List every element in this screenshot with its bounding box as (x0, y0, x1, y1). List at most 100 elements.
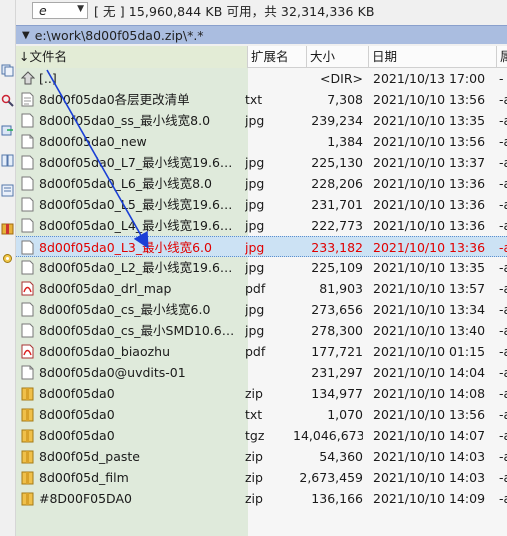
file-size: 225,109 (311, 260, 363, 275)
file-name: 8d00f05da0_drl_map (39, 281, 172, 296)
file-row[interactable]: 8d00f05da0_cs_最小线宽6.0 jpg 273,656 2021/10/1… (16, 299, 507, 320)
file-date: 2021/10/10 13:56 (373, 134, 486, 149)
file-name: 8d00f05da0 (39, 407, 115, 422)
file-attr: -a (499, 240, 507, 255)
left-toolbar-strip (0, 0, 16, 536)
file-date: 2021/10/10 01:15 (373, 344, 486, 359)
chevron-down-icon[interactable]: ▼ (77, 4, 84, 14)
file-row[interactable]: 8d00f05da0_L2_最小线宽19.6… jpg 225,109 2021/10… (16, 257, 507, 278)
settings-icon[interactable] (1, 252, 14, 265)
file-row[interactable]: 8d00f05da0_cs_最小SMD10.6… jpg 278,300 2021/1… (16, 320, 507, 341)
file-date: 2021/10/10 13:56 (373, 407, 486, 422)
file-row[interactable]: 8d00f05da0_L6_最小线宽8.0 jpg 228,206 2021/10/1… (16, 173, 507, 194)
file-date: 2021/10/10 13:40 (373, 323, 486, 338)
file-row[interactable]: 8d00f05d_paste zip 54,360 2021/10/10 14:03-… (16, 446, 507, 467)
column-header-date[interactable]: 日期 (369, 46, 497, 68)
search-icon[interactable] (1, 94, 14, 107)
file-size: <DIR> (320, 71, 363, 86)
file-name: 8d00f05da0_L7_最小线宽19.6… (39, 155, 233, 170)
column-header-ext[interactable]: 扩展名 (248, 46, 307, 68)
history-dropdown-icon[interactable]: ▼ (22, 30, 30, 41)
file-size: 222,773 (311, 218, 363, 233)
image-file-icon (21, 302, 35, 317)
pdf-file-icon (21, 344, 35, 359)
compare-icon[interactable] (1, 154, 14, 167)
file-row[interactable]: 8d00f05da0_L7_最小线宽19.6… jpg 225,130 2021/10… (16, 152, 507, 173)
image-file-icon (21, 197, 35, 212)
file-date: 2021/10/10 13:34 (373, 302, 486, 317)
view-icon[interactable] (1, 184, 14, 197)
file-size: 231,297 (311, 365, 363, 380)
file-name: 8d00f05da0_L5_最小线宽19.6… (39, 197, 233, 212)
copy-icon[interactable] (1, 64, 14, 77)
file-size: 136,166 (311, 491, 363, 506)
up-dir-icon (21, 71, 35, 86)
file-row[interactable]: 8d00f05da0 tgz 14,046,673 2021/10/10 14:07-… (16, 425, 507, 446)
file-attr: -a (499, 470, 507, 485)
move-icon[interactable] (1, 124, 14, 137)
file-attr: -a (499, 176, 507, 191)
archive-file-icon (21, 470, 35, 485)
file-row[interactable]: #8D00F05DA0zip136,1662021/10/10 14:09-a (16, 488, 507, 509)
file-name: 8d00f05da0_L6_最小线宽8.0 (39, 176, 212, 191)
file-row[interactable]: [..] <DIR> 2021/10/13 17:00- (16, 68, 507, 89)
archive-icon[interactable] (1, 222, 14, 235)
generic-file-icon (21, 134, 35, 149)
file-row[interactable]: 8d00f05da0_ss_最小线宽8.0 jpg 239,234 2021/10/1… (16, 110, 507, 131)
file-attr: -a (499, 365, 507, 380)
file-row[interactable]: 8d00f05d_film zip 2,673,459 2021/10/10 14:0… (16, 467, 507, 488)
drive-selector[interactable]: e ▼ (32, 1, 88, 19)
current-path: e:\work\8d00f05da0.zip\*.* (34, 27, 204, 43)
file-size: 177,721 (311, 344, 363, 359)
file-date: 2021/10/13 17:00 (373, 71, 486, 86)
file-attr: - (499, 71, 504, 86)
file-name: 8d00f05da0_cs_最小线宽6.0 (39, 302, 211, 317)
image-file-icon (21, 240, 35, 255)
file-size: 7,308 (327, 92, 363, 107)
column-header-name[interactable]: ↓文件名 (16, 46, 248, 68)
file-name: 8d00f05da0@uvdits-01 (39, 365, 186, 380)
column-header: ↓文件名 扩展名 大小 日期 属 (16, 46, 507, 68)
file-row[interactable]: 8d00f05da0@uvdits-01 231,297 2021/10/10 14… (16, 362, 507, 383)
file-name: 8d00f05da0各层更改清单 (39, 92, 190, 107)
file-row[interactable]: 8d00f05da0zip134,9772021/10/10 14:08-a (16, 383, 507, 404)
file-attr: -a (499, 302, 507, 317)
file-row[interactable]: 8d00f05da0_biaozhu pdf 177,721 2021/10/10 0… (16, 341, 507, 362)
file-date: 2021/10/10 14:08 (373, 386, 486, 401)
column-header-attr[interactable]: 属 (497, 46, 507, 68)
file-date: 2021/10/10 14:07 (373, 428, 486, 443)
file-attr: -a (499, 218, 507, 233)
file-date: 2021/10/10 13:36 (373, 240, 486, 255)
file-name: 8d00f05da0_new (39, 134, 147, 149)
file-row[interactable]: 8d00f05da0txt1,0702021/10/10 13:56-a (16, 404, 507, 425)
file-attr: -a (499, 491, 507, 506)
file-row[interactable]: 8d00f05da0_L4_最小线宽19.6… jpg 222,773 2021/10… (16, 215, 507, 236)
file-name: 8d00f05da0_biaozhu (39, 344, 171, 359)
file-attr: -a (499, 428, 507, 443)
file-size: 225,130 (311, 155, 363, 170)
file-row[interactable]: 8d00f05da0各层更改清单 txt 7,308 2021/10/10 13:56… (16, 89, 507, 110)
file-attr: -a (499, 344, 507, 359)
file-size: 81,903 (319, 281, 363, 296)
file-date: 2021/10/10 13:35 (373, 113, 486, 128)
file-name: 8d00f05d_paste (39, 449, 140, 464)
archive-file-icon (21, 491, 35, 506)
drive-bar: e ▼ [ 无 ] 15,960,844 KB 可用，共 32,314,336 … (16, 0, 507, 20)
file-size: 273,656 (311, 302, 363, 317)
file-row[interactable]: 8d00f05da0_L5_最小线宽19.6… jpg 231,701 2021/10… (16, 194, 507, 215)
file-attr: -a (499, 155, 507, 170)
file-list[interactable]: [..] <DIR> 2021/10/13 17:00- 8d00f05da0各层更改… (16, 68, 507, 536)
file-row[interactable]: 8d00f05da0_L3_最小线宽6.0 jpg 233,182 2021/10/1… (16, 236, 507, 257)
column-header-size[interactable]: 大小 (307, 46, 369, 68)
file-date: 2021/10/10 13:36 (373, 176, 486, 191)
pdf-file-icon (21, 281, 35, 296)
image-file-icon (21, 113, 35, 128)
file-row[interactable]: 8d00f05da0_new 1,384 2021/10/10 13:56 -a (16, 131, 507, 152)
path-bar[interactable]: ▼ e:\work\8d00f05da0.zip\*.* (16, 25, 507, 44)
image-file-icon (21, 176, 35, 191)
file-date: 2021/10/10 14:09 (373, 491, 486, 506)
file-size: 233,182 (311, 240, 363, 255)
file-size: 14,046,673 (293, 428, 363, 443)
file-size: 231,701 (311, 197, 363, 212)
file-row[interactable]: 8d00f05da0_drl_map pdf 81,903 2021/10/10 13… (16, 278, 507, 299)
